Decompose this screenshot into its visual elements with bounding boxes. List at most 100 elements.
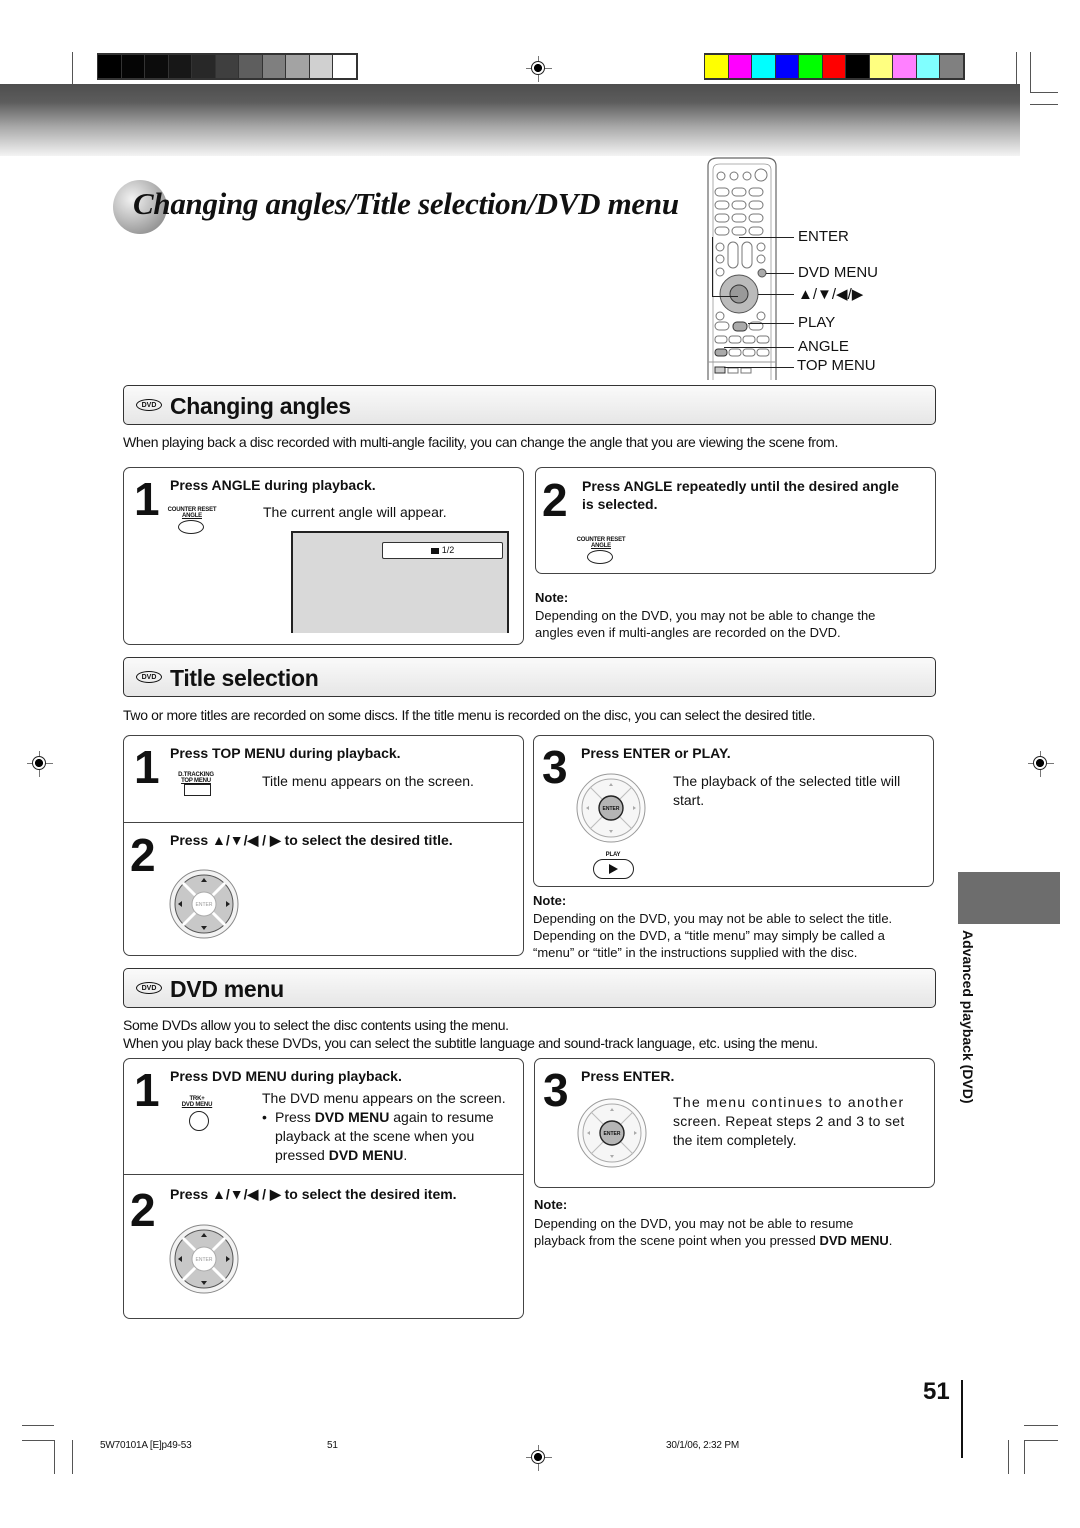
step-heading: Press ANGLE repeatedly until the desired… bbox=[582, 478, 899, 494]
enter-label: ENTER bbox=[196, 902, 213, 908]
direction-pad-icon: ENTER bbox=[169, 1224, 239, 1294]
color-swatch bbox=[916, 55, 939, 78]
color-swatch bbox=[940, 55, 963, 78]
registration-mark-icon bbox=[27, 751, 53, 777]
gray-swatch bbox=[192, 55, 215, 78]
step-text-line: The playback of the selected title will bbox=[673, 773, 901, 789]
gray-swatch bbox=[262, 55, 285, 78]
gray-swatch bbox=[286, 55, 309, 78]
play-triangle-icon bbox=[609, 864, 618, 874]
chapter-tab-label: Advanced playback (DVD) bbox=[960, 930, 976, 1104]
step-box-angles-1: 1 Press ANGLE during playback. COUNTER R… bbox=[123, 467, 524, 645]
step-divider bbox=[124, 1174, 523, 1175]
note-line: angles even if multi-angles are recorded… bbox=[535, 625, 841, 640]
section-intro: Two or more titles are recorded on some … bbox=[123, 707, 816, 723]
step-text: The playback of the selected title will s… bbox=[673, 772, 900, 810]
bullet-text: Press bbox=[275, 1109, 315, 1125]
color-swatch bbox=[775, 55, 798, 78]
bullet-text: . bbox=[403, 1147, 408, 1163]
bullet-bold: DVD MENU bbox=[328, 1147, 404, 1163]
enter-label: ENTER bbox=[604, 1131, 621, 1137]
step-number: 1 bbox=[134, 473, 160, 525]
callout-line bbox=[724, 367, 794, 368]
gray-swatch bbox=[309, 55, 332, 78]
callout-line bbox=[712, 296, 738, 297]
camera-icon bbox=[430, 547, 439, 554]
remote-label-play: PLAY bbox=[798, 314, 836, 331]
section-header-changing-angles: DVD Changing angles bbox=[123, 385, 936, 425]
step-box-angles-2: 2 Press ANGLE repeatedly until the desir… bbox=[535, 467, 936, 574]
enter-pad-icon: ENTER bbox=[577, 1098, 647, 1168]
button-label: COUNTER RESET ANGLE bbox=[575, 537, 627, 549]
callout-line bbox=[712, 237, 713, 296]
step-text: The current angle will appear. bbox=[263, 504, 447, 520]
color-swatch bbox=[869, 55, 892, 78]
step-box-title-3: 3 Press ENTER or PLAY. ENTER PLAY The pl… bbox=[533, 735, 934, 887]
step-number: 2 bbox=[130, 829, 156, 881]
section-intro: Some DVDs allow you to select the disc c… bbox=[123, 1017, 509, 1033]
callout-line bbox=[748, 323, 794, 324]
section-intro: When you play back these DVDs, you can s… bbox=[123, 1035, 818, 1051]
registration-mark-icon bbox=[526, 1445, 552, 1471]
note-line: Depending on the DVD, you may not be abl… bbox=[535, 608, 876, 623]
button-label: D.TRACKING TOP MENU bbox=[176, 772, 216, 784]
crop-mark bbox=[1030, 104, 1058, 105]
angle-osd: 1/2 bbox=[382, 542, 503, 559]
button-label: COUNTER RESET ANGLE bbox=[166, 507, 218, 519]
color-swatch bbox=[822, 55, 845, 78]
step-number: 3 bbox=[543, 1064, 569, 1116]
step-divider bbox=[124, 822, 523, 823]
bullet-bold: DVD MENU bbox=[314, 1109, 390, 1125]
color-swatch bbox=[799, 55, 822, 78]
enter-label: ENTER bbox=[196, 1257, 213, 1263]
step-heading-line2: is selected. bbox=[582, 496, 658, 512]
crop-mark bbox=[22, 1425, 54, 1426]
bullet-icon: • bbox=[262, 1109, 267, 1125]
color-swatch bbox=[728, 55, 751, 78]
step-heading: Press ENTER. bbox=[581, 1068, 675, 1084]
section-header-dvd-menu: DVD DVD menu bbox=[123, 968, 936, 1008]
gray-swatch bbox=[168, 55, 191, 78]
section-intro: When playing back a disc recorded with m… bbox=[123, 434, 839, 450]
gray-swatch bbox=[215, 55, 238, 78]
step-text: Title menu appears on the screen. bbox=[262, 773, 474, 789]
step-box-title-1-2: 1 Press TOP MENU during playback. D.TRAC… bbox=[123, 735, 524, 956]
section-title: DVD menu bbox=[170, 976, 284, 1002]
note-line: playback from the scene point when you p… bbox=[534, 1233, 820, 1248]
step-heading: Press ANGLE during playback. bbox=[170, 477, 376, 493]
color-calibration-bar bbox=[704, 53, 965, 80]
note-heading: Note: bbox=[535, 590, 569, 605]
step-heading: Press ▲/▼/◀ / ▶ to select the desired ti… bbox=[170, 832, 453, 848]
note-line: “menu” or “title” in the instructions su… bbox=[533, 945, 858, 960]
enter-pad-icon: ENTER bbox=[576, 773, 646, 843]
step-heading: Press TOP MENU during playback. bbox=[170, 745, 401, 761]
step-heading: Press DVD MENU during playback. bbox=[170, 1068, 402, 1084]
dvd-menu-button-icon bbox=[189, 1111, 209, 1131]
note-text: Depending on the DVD, you may not be abl… bbox=[533, 910, 892, 961]
color-swatch bbox=[846, 55, 869, 78]
crop-mark bbox=[1024, 1440, 1025, 1474]
remote-label-top-menu: TOP MENU bbox=[797, 357, 876, 374]
note-heading: Note: bbox=[533, 893, 567, 908]
step-text-line: screen. Repeat steps 2 and 3 to set bbox=[673, 1113, 905, 1129]
section-header-title-selection: DVD Title selection bbox=[123, 657, 936, 697]
registration-mark-icon bbox=[526, 56, 552, 82]
button-label-bottom: ANGLE bbox=[590, 543, 611, 549]
dvd-badge-icon: DVD bbox=[136, 982, 162, 994]
color-swatch bbox=[705, 55, 728, 78]
page-title: Changing angles/Title selection/DVD menu bbox=[133, 186, 679, 221]
button-label: TRK+ DVD MENU bbox=[179, 1096, 215, 1108]
callout-line bbox=[739, 237, 794, 238]
step-number: 3 bbox=[542, 741, 568, 793]
crop-mark bbox=[1030, 92, 1058, 93]
step-heading: Press ▲/▼/◀ / ▶ to select the desired it… bbox=[170, 1186, 457, 1202]
footer-page: 51 bbox=[327, 1440, 338, 1451]
note-text: Depending on the DVD, you may not be abl… bbox=[534, 1215, 892, 1249]
registration-mark-icon bbox=[1028, 751, 1054, 777]
crop-mark bbox=[1030, 52, 1031, 92]
note-line: Depending on the DVD, you may not be abl… bbox=[534, 1216, 854, 1231]
note-line: Depending on the DVD, you may not be abl… bbox=[533, 911, 893, 926]
gray-swatch bbox=[333, 55, 356, 78]
remote-label-dvd-menu: DVD MENU bbox=[798, 264, 879, 281]
step-number: 1 bbox=[134, 1064, 160, 1116]
